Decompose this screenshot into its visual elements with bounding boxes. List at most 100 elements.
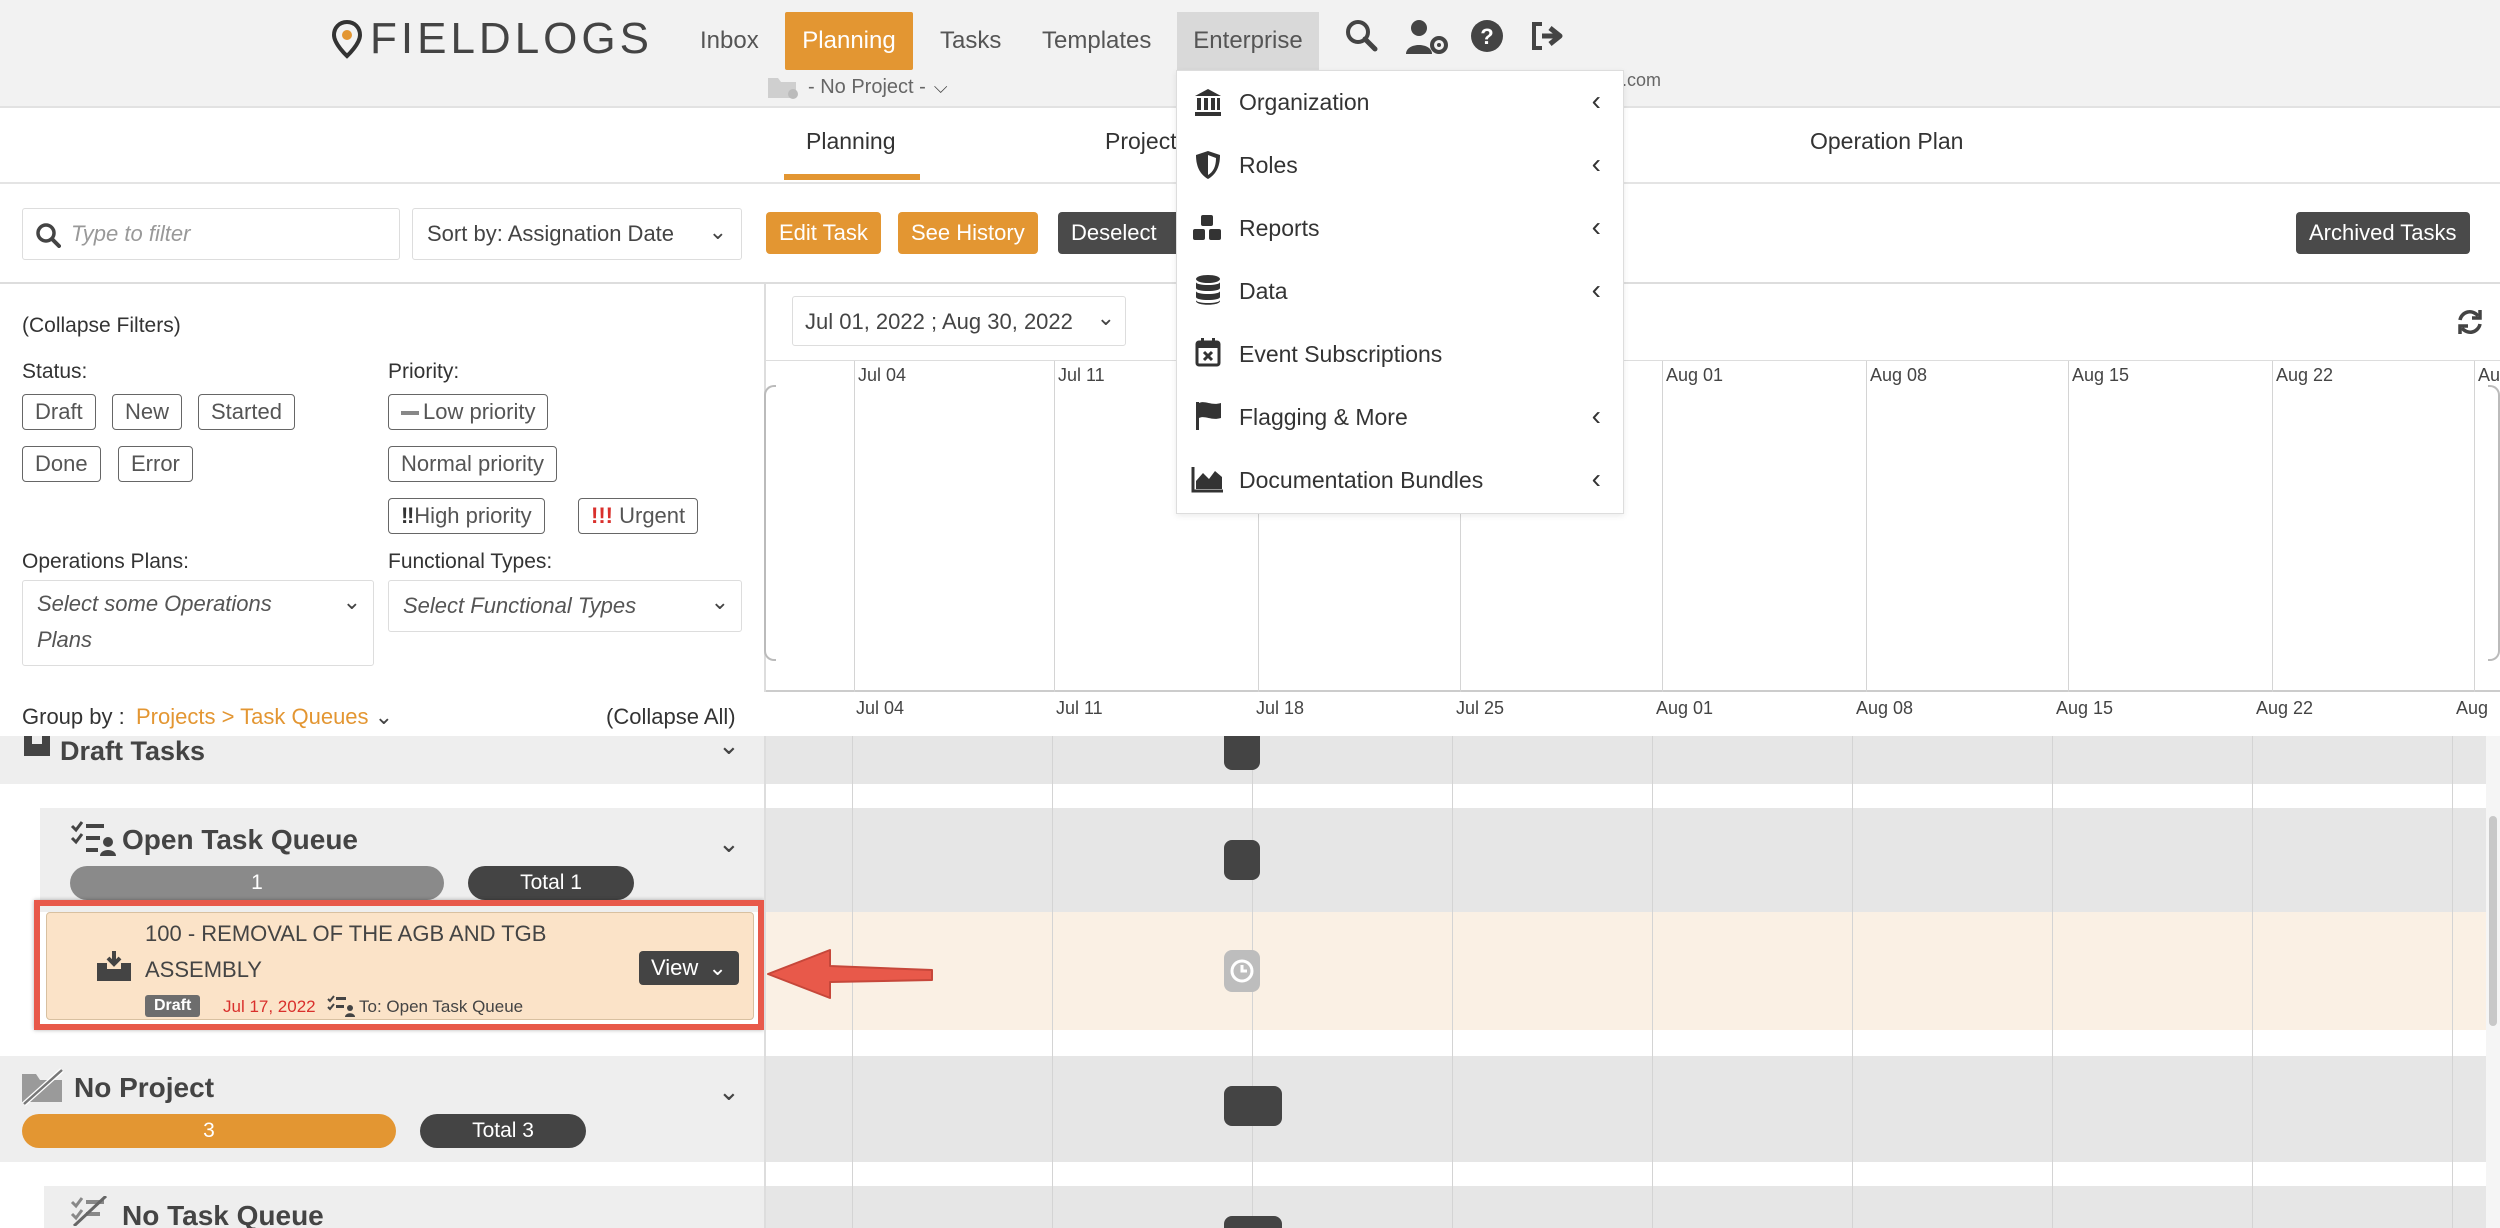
task-queue-label: To: Open Task Queue xyxy=(359,997,524,1016)
enterprise-dropdown-menu: Organization ‹ Roles ‹ Reports ‹ Data ‹ … xyxy=(1176,70,1624,514)
no-task-queue-title: No Task Queue xyxy=(122,1200,324,1228)
minus-icon xyxy=(401,411,419,416)
tab-project[interactable]: Project xyxy=(1105,128,1177,155)
refresh-icon[interactable] xyxy=(2456,308,2484,336)
priority-low-label: Low priority xyxy=(423,399,536,424)
draft-tasks-title: Draft Tasks xyxy=(60,736,206,766)
archived-tasks-button[interactable]: Archived Tasks xyxy=(2296,212,2470,254)
gantt-body xyxy=(766,736,2500,1228)
shield-icon xyxy=(1196,151,1220,179)
menu-item-reports[interactable]: Reports ‹ xyxy=(1177,197,1625,260)
project-selector[interactable]: - No Project - ⌵ xyxy=(766,74,947,100)
chevron-down-icon: ⌄ xyxy=(1096,305,1115,330)
sort-select[interactable]: Sort by: Assignation Date ⌄ xyxy=(412,208,742,260)
chevron-down-icon: ⌄ xyxy=(710,589,729,614)
functional-types-select[interactable]: Select Functional Types ⌄ xyxy=(388,580,742,632)
chevron-down-icon[interactable]: ⌄ xyxy=(718,1076,740,1107)
priority-chip-low[interactable]: Low priority xyxy=(388,394,549,430)
no-folder-icon xyxy=(22,1068,64,1106)
menu-item-data[interactable]: Data ‹ xyxy=(1177,260,1625,323)
group-draft-tasks[interactable]: Draft Tasks ⌄ xyxy=(0,736,764,784)
chevron-down-icon: ⌄ xyxy=(708,219,727,244)
menu-item-documentation-bundles[interactable]: Documentation Bundles ‹ xyxy=(1177,449,1625,512)
functional-types-label: Functional Types: xyxy=(388,550,553,573)
scrollbar-thumb[interactable] xyxy=(2489,816,2497,1026)
filters-panel: (Collapse Filters) Status: Draft New Sta… xyxy=(0,284,766,692)
nav-enterprise[interactable]: Enterprise xyxy=(1177,12,1319,70)
gantt-marker[interactable] xyxy=(1224,736,1260,770)
tab-operation-plan[interactable]: Operation Plan xyxy=(1810,128,1963,155)
overview-brush-right[interactable] xyxy=(2488,385,2500,661)
grid-line xyxy=(2474,361,2475,693)
deselect-button[interactable]: Deselect T xyxy=(1058,212,1188,254)
gantt-marker[interactable] xyxy=(1246,1086,1282,1126)
group-no-project[interactable]: No Project ⌄ 3 Total 3 xyxy=(0,1056,764,1162)
operations-plans-select[interactable]: Select some Operations Plans ⌄ xyxy=(22,580,374,666)
menu-item-event-subscriptions[interactable]: Event Subscriptions xyxy=(1177,323,1625,386)
filter-input[interactable]: Type to filter xyxy=(22,208,400,260)
no-project-count-pill: 3 xyxy=(22,1114,396,1148)
chevron-down-icon: ⌄ xyxy=(342,589,361,614)
open-queue-title: Open Task Queue xyxy=(122,824,358,855)
nav-inbox[interactable]: Inbox xyxy=(684,12,775,70)
collapse-filters-link[interactable]: (Collapse Filters) xyxy=(22,314,181,338)
brand-name: FIELDLOGS xyxy=(370,14,653,63)
menu-item-roles[interactable]: Roles ‹ xyxy=(1177,134,1625,197)
status-chip-started[interactable]: Started xyxy=(198,394,295,430)
status-chip-error[interactable]: Error xyxy=(118,446,193,482)
edit-task-button[interactable]: Edit Task xyxy=(766,212,881,254)
grid-line xyxy=(1054,361,1055,693)
status-chip-new[interactable]: New xyxy=(112,394,183,430)
group-open-task-queue[interactable]: Open Task Queue ⌄ 1 Total 1 xyxy=(40,808,764,912)
see-history-button[interactable]: See History xyxy=(898,212,1038,254)
open-queue-count-pill: 1 xyxy=(70,866,444,900)
help-icon[interactable]: ? xyxy=(1470,19,1504,53)
grid-line xyxy=(1866,361,1867,693)
bank-icon xyxy=(1195,89,1221,116)
email-suffix: .com xyxy=(1622,70,1662,90)
logout-icon[interactable] xyxy=(1530,20,1566,52)
vertical-scrollbar[interactable] xyxy=(2486,736,2500,1228)
task-card[interactable]: 100 - REMOVAL OF THE AGB AND TGB ASSEMBL… xyxy=(46,912,754,1020)
chevron-down-icon: ⌄ xyxy=(708,955,727,980)
top-date-label: Jul 11 xyxy=(1058,365,1105,385)
menu-item-organization[interactable]: Organization ‹ xyxy=(1177,71,1625,134)
grid-line xyxy=(2052,736,2053,1228)
chevron-left-icon: ‹ xyxy=(1591,85,1601,116)
menu-label: Documentation Bundles xyxy=(1239,467,1484,493)
task-queue-icon xyxy=(327,995,355,1017)
nav-tasks[interactable]: Tasks xyxy=(924,12,1017,70)
no-task-list-icon xyxy=(70,1196,108,1226)
view-button[interactable]: View ⌄ xyxy=(639,951,739,985)
group-no-task-queue[interactable]: No Task Queue xyxy=(44,1186,764,1228)
chevron-down-icon[interactable]: ⌄ xyxy=(718,828,740,859)
inbox-icon xyxy=(97,951,131,981)
date-range-select[interactable]: Jul 01, 2022 ; Aug 30, 2022 ⌄ xyxy=(792,296,1126,346)
priority-chip-normal[interactable]: Normal priority xyxy=(388,446,558,482)
user-settings-icon[interactable] xyxy=(1404,18,1450,56)
database-icon xyxy=(1196,275,1220,305)
logo[interactable]: FIELDLOGS xyxy=(330,14,653,64)
annotation-arrow xyxy=(767,949,933,999)
tab-planning[interactable]: Planning xyxy=(806,128,896,155)
collapse-all-link[interactable]: (Collapse All) xyxy=(606,704,736,730)
overview-brush-left[interactable] xyxy=(764,385,776,661)
status-chip-done[interactable]: Done xyxy=(22,446,101,482)
status-chip-draft[interactable]: Draft xyxy=(22,394,96,430)
project-selector-label: - No Project - xyxy=(808,75,926,98)
groupby-select[interactable]: Projects > Task Queues ⌄ xyxy=(136,704,393,730)
priority-chip-high[interactable]: ‼High priority xyxy=(388,498,545,534)
clock-icon[interactable] xyxy=(1224,950,1260,992)
gantt-overview-grid: Jul 04 Jul 11 Aug 01 Aug 08 Aug 15 Aug 2… xyxy=(764,360,2500,693)
nav-planning[interactable]: Planning xyxy=(785,12,913,70)
cubes-icon xyxy=(1193,215,1221,240)
chevron-down-icon[interactable]: ⌄ xyxy=(718,736,740,761)
menu-item-flagging-more[interactable]: Flagging & More ‹ xyxy=(1177,386,1625,449)
gantt-marker[interactable] xyxy=(1224,1216,1282,1228)
nav-templates[interactable]: Templates xyxy=(1026,12,1167,70)
flag-icon xyxy=(1196,402,1221,430)
gantt-marker[interactable] xyxy=(1224,840,1260,880)
priority-chip-urgent[interactable]: !!! Urgent xyxy=(578,498,699,534)
search-icon[interactable] xyxy=(1344,18,1378,52)
gantt-overview: Jul 01, 2022 ; Aug 30, 2022 ⌄ Jul 04 Jul… xyxy=(764,284,2500,693)
